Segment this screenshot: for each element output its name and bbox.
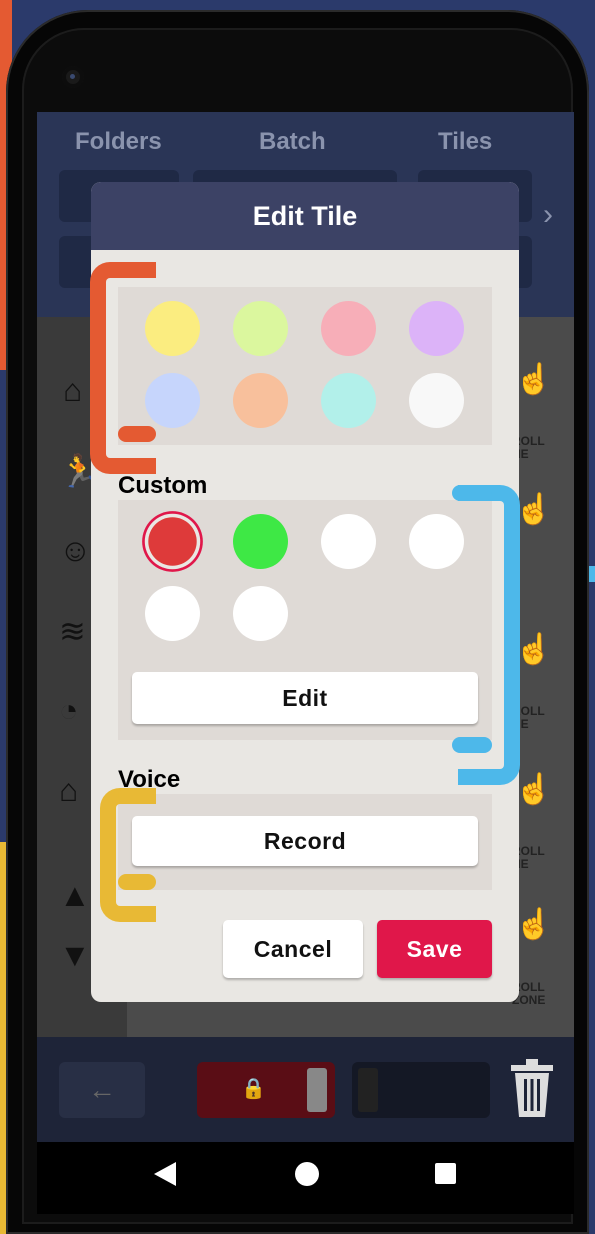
scroll-up-icon[interactable]: ▲ xyxy=(59,877,91,914)
hand-scroll-icon: ☝ xyxy=(515,633,553,666)
hand-scroll-icon: ☝ xyxy=(515,493,553,526)
tab-folders[interactable]: Folders xyxy=(75,128,162,156)
save-button[interactable]: Save xyxy=(377,920,492,978)
smiley-icon[interactable]: ☺ xyxy=(59,532,92,569)
callout-orange-bracket xyxy=(90,262,156,474)
color-swatch[interactable] xyxy=(233,301,288,356)
hand-scroll-icon: ☝ xyxy=(515,773,553,806)
dialog-title: Edit Tile xyxy=(91,182,519,250)
lock-toggle-off[interactable] xyxy=(352,1062,490,1118)
watermelon-icon[interactable]: ◔ xyxy=(59,692,78,729)
toggle-knob xyxy=(358,1068,378,1112)
scroll-down-icon[interactable]: ▼ xyxy=(59,937,91,974)
edit-button[interactable]: Edit xyxy=(132,672,478,724)
color-swatch[interactable] xyxy=(409,514,464,569)
callout-yellow-bracket xyxy=(100,788,156,922)
color-swatch[interactable] xyxy=(233,514,288,569)
callout-yellow-cap xyxy=(118,874,156,890)
bottom-toolbar: ← 🔒 xyxy=(37,1037,574,1142)
callout-yellow-cap xyxy=(118,788,156,804)
hand-scroll-icon: ☝ xyxy=(515,908,553,941)
color-swatch[interactable] xyxy=(409,373,464,428)
home-icon[interactable]: ⌂ xyxy=(63,372,82,409)
square-recents-icon[interactable] xyxy=(435,1163,456,1184)
color-swatch[interactable] xyxy=(409,301,464,356)
tab-tiles[interactable]: Tiles xyxy=(438,128,492,156)
lock-toggle-on[interactable]: 🔒 xyxy=(197,1062,335,1118)
record-button[interactable]: Record xyxy=(132,816,478,866)
circle-home-icon[interactable] xyxy=(295,1162,319,1186)
tab-batch[interactable]: Batch xyxy=(259,128,326,156)
trash-icon[interactable] xyxy=(509,1057,555,1119)
cancel-button[interactable]: Cancel xyxy=(223,920,363,978)
hand-scroll-icon: ☝ xyxy=(515,363,553,396)
food-icon[interactable]: ≋ xyxy=(59,612,86,650)
triangle-back-icon[interactable] xyxy=(154,1162,176,1186)
chevron-right-icon[interactable]: › xyxy=(543,198,553,232)
preset-color-panel xyxy=(118,287,492,445)
voice-panel: Record xyxy=(118,794,492,890)
color-swatch[interactable] xyxy=(233,586,288,641)
color-swatch-selected[interactable] xyxy=(148,517,197,566)
callout-blue-cap xyxy=(452,737,492,753)
custom-section-title: Custom xyxy=(118,472,208,499)
callout-orange-cap xyxy=(118,426,156,442)
callout-blue-cap xyxy=(452,485,492,501)
custom-color-panel: Edit xyxy=(118,500,492,740)
system-nav-bar xyxy=(37,1142,574,1214)
color-swatch[interactable] xyxy=(321,301,376,356)
color-swatch[interactable] xyxy=(321,373,376,428)
front-camera xyxy=(62,66,84,88)
lock-icon: 🔒 xyxy=(241,1078,266,1100)
back-arrow-icon[interactable]: ← xyxy=(59,1062,145,1118)
color-swatch[interactable] xyxy=(233,373,288,428)
color-swatch[interactable] xyxy=(321,514,376,569)
callout-orange-cap xyxy=(118,262,156,278)
color-swatch[interactable] xyxy=(145,586,200,641)
bank-icon[interactable]: ⌂ xyxy=(59,772,78,809)
toggle-knob xyxy=(307,1068,327,1112)
top-tabs: Folders Batch Tiles xyxy=(37,112,574,176)
